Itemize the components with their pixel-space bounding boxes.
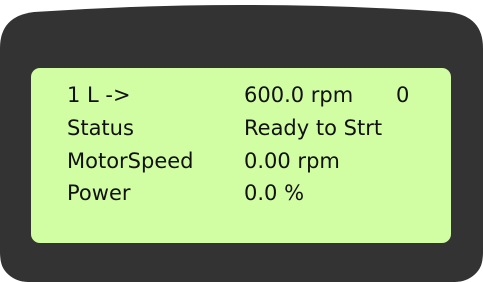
status-label: Status [67, 116, 134, 140]
power-value: 0.0 % [244, 181, 305, 205]
reference-label: 1 L -> [67, 83, 131, 107]
power-label: Power [67, 181, 131, 205]
reference-extra-value: 0 [396, 83, 410, 107]
lcd-display: 1 L -> 600.0 rpm 0 Status Ready to Strt … [31, 68, 451, 243]
motor-speed-label: MotorSpeed [67, 149, 194, 173]
motor-speed-value: 0.00 rpm [244, 149, 340, 173]
status-value: Ready to Strt [244, 116, 383, 140]
reference-value: 600.0 rpm [244, 83, 354, 107]
